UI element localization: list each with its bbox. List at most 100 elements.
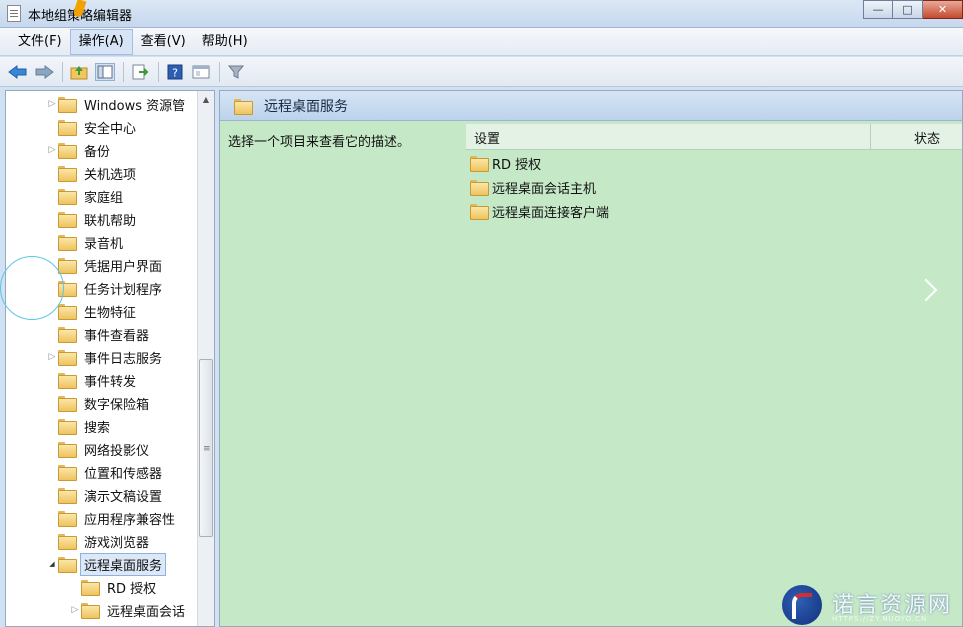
tree-item-rd-licensing[interactable]: RD 授权 <box>69 576 160 598</box>
column-status[interactable]: 状态 <box>914 128 940 147</box>
show-hide-tree-icon[interactable] <box>95 62 115 81</box>
tree-item-label: 关机选项 <box>84 167 137 183</box>
toolbar-separator <box>219 61 220 82</box>
tree-item-shutdown-options[interactable]: 关机选项 <box>46 162 140 184</box>
folder-icon <box>58 511 77 527</box>
folder-icon <box>58 189 77 205</box>
folder-icon <box>58 327 77 343</box>
tree-item-label: 联机帮助 <box>84 213 137 229</box>
folder-icon <box>58 396 77 412</box>
tree-item-label: 生物特征 <box>84 305 137 321</box>
list-item-rd-licensing[interactable]: RD 授权 <box>470 152 541 174</box>
scroll-up-icon[interactable]: ▲ <box>198 91 214 108</box>
column-divider[interactable] <box>870 124 871 150</box>
folder-icon <box>58 557 77 573</box>
expand-arrow-icon[interactable]: ▷ <box>46 352 58 362</box>
list-item-session-host[interactable]: 远程桌面会话主机 <box>470 176 596 198</box>
folder-icon <box>58 419 77 435</box>
tree-item-event-viewer[interactable]: 事件查看器 <box>46 323 153 345</box>
toolbar-separator <box>123 61 124 82</box>
tree-item-label: 数字保险箱 <box>84 397 150 413</box>
tree-item-event-forwarding[interactable]: 事件转发 <box>46 369 140 391</box>
folder-icon <box>58 465 77 481</box>
properties-icon[interactable] <box>191 63 211 81</box>
details-pane: 远程桌面服务 选择一个项目来查看它的描述。 设置 状态 RD 授权 远程桌面会话… <box>219 90 963 627</box>
tree-item-remote-desktop-services[interactable]: ◢ 远程桌面服务 <box>46 552 167 576</box>
list-item-label: 远程桌面会话主机 <box>492 181 597 197</box>
tree-item-app-compatibility[interactable]: 应用程序兼容性 <box>46 507 179 529</box>
tree-item-location-sensors[interactable]: 位置和传感器 <box>46 461 166 483</box>
tree-item-search[interactable]: 搜索 <box>46 415 114 437</box>
filter-icon[interactable] <box>226 63 246 81</box>
toolbar-separator <box>158 61 159 82</box>
collapse-arrow-icon[interactable]: ◢ <box>46 560 58 568</box>
expand-arrow-icon[interactable]: ▷ <box>46 145 58 155</box>
tree-item-network-projector[interactable]: 网络投影仪 <box>46 438 153 460</box>
folder-icon <box>470 204 489 220</box>
folder-icon <box>58 258 77 274</box>
tree-item-sound-recorder[interactable]: 录音机 <box>46 231 127 253</box>
previous-slide-icon[interactable] <box>0 256 64 320</box>
column-setting[interactable]: 设置 <box>474 128 500 147</box>
tree-item-label: 安全中心 <box>84 121 137 137</box>
folder-icon <box>58 373 77 389</box>
tree-item-presentation-settings[interactable]: 演示文稿设置 <box>46 484 166 506</box>
tree-item-security-center[interactable]: 安全中心 <box>46 116 140 138</box>
menu-help[interactable]: 帮助(H) <box>194 28 256 55</box>
toolbar: ? <box>0 57 963 87</box>
tree-item-backup[interactable]: ▷ 备份 <box>46 139 114 161</box>
tree-item-label: 位置和传感器 <box>84 466 163 482</box>
folder-icon <box>58 442 77 458</box>
details-title: 远程桌面服务 <box>264 98 348 115</box>
watermark-url: HTTPS://ZY.NUOYO.CN <box>832 615 928 623</box>
close-button[interactable]: ✕ <box>923 0 963 19</box>
folder-icon <box>81 603 100 619</box>
forward-icon[interactable] <box>34 63 54 81</box>
tree-item-homegroup[interactable]: 家庭组 <box>46 185 127 207</box>
svg-text:?: ? <box>172 66 178 79</box>
window-controls: — □ ✕ <box>863 0 963 20</box>
tree-item-online-help[interactable]: 联机帮助 <box>46 208 140 230</box>
folder-icon <box>58 235 77 251</box>
maximize-button[interactable]: □ <box>893 0 923 19</box>
list-header: 设置 状态 <box>466 124 962 150</box>
tree-item-rd-session[interactable]: ▷ 远程桌面会话 <box>69 599 189 621</box>
tree-item-label: 事件转发 <box>84 374 137 390</box>
minimize-button[interactable]: — <box>863 0 893 19</box>
menu-action[interactable]: 操作(A) <box>69 29 133 55</box>
expand-arrow-icon[interactable]: ▷ <box>46 99 58 109</box>
tree-item-label: 搜索 <box>84 420 111 436</box>
help-icon[interactable]: ? <box>165 63 185 81</box>
details-header: 远程桌面服务 <box>220 91 962 121</box>
up-folder-icon[interactable] <box>69 63 89 81</box>
tree-item-event-log-service[interactable]: ▷ 事件日志服务 <box>46 346 166 368</box>
menu-view[interactable]: 查看(V) <box>133 28 194 55</box>
folder-icon <box>58 488 77 504</box>
tree-item-digital-locker[interactable]: 数字保险箱 <box>46 392 153 414</box>
tree-item-partial <box>82 622 104 626</box>
tree-item-game-explorer[interactable]: 游戏浏览器 <box>46 530 153 552</box>
next-slide-icon[interactable] <box>918 276 940 304</box>
folder-icon <box>234 98 253 115</box>
list-item-connection-client[interactable]: 远程桌面连接客户端 <box>470 200 609 222</box>
scroll-thumb[interactable]: ≡ <box>199 359 213 537</box>
app-icon <box>7 5 21 22</box>
expand-arrow-icon[interactable]: ▷ <box>69 605 81 615</box>
description-text: 选择一个项目来查看它的描述。 <box>228 135 411 150</box>
tree-item-label: 演示文稿设置 <box>84 489 163 505</box>
export-list-icon[interactable] <box>130 63 150 81</box>
tree-item-label: Windows 资源管 <box>84 98 186 114</box>
tree-item-credential-ui[interactable]: 凭据用户界面 <box>46 254 166 276</box>
tree-item-label: 应用程序兼容性 <box>84 512 176 528</box>
title-bar: 本地组策略编辑器 — □ ✕ <box>0 0 963 28</box>
list-item-label: 远程桌面连接客户端 <box>492 205 610 221</box>
tree-scrollbar[interactable]: ▲ ≡ <box>197 91 214 626</box>
tree-item-windows-explorer[interactable]: ▷ Windows 资源管 <box>46 93 189 115</box>
tree-item-label: 任务计划程序 <box>84 282 163 298</box>
back-icon[interactable] <box>8 63 28 81</box>
menu-file[interactable]: 文件(F) <box>10 28 70 55</box>
tree-item-label: 远程桌面会话 <box>107 604 186 620</box>
tree-item-label: RD 授权 <box>107 581 157 597</box>
tree-item-label: 录音机 <box>84 236 124 252</box>
tree-item-task-scheduler[interactable]: 任务计划程序 <box>46 277 166 299</box>
